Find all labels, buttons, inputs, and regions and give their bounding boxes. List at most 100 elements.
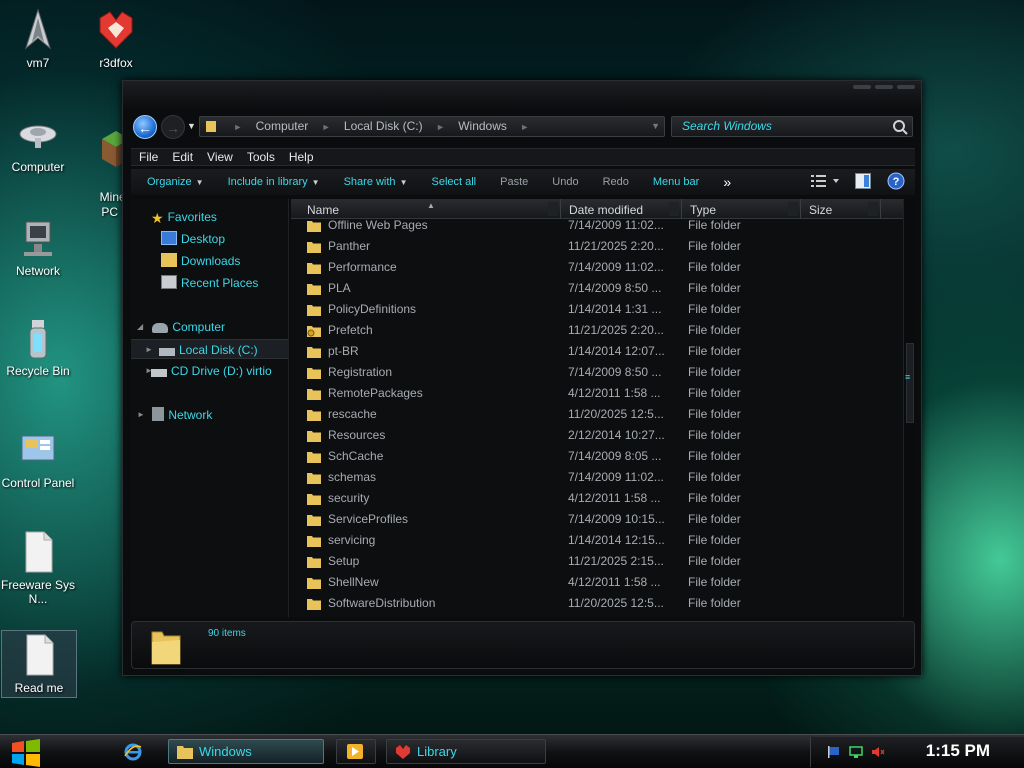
menu-edit[interactable]: Edit [172,150,193,164]
organize-button[interactable]: Organize ▼ [147,176,204,188]
preview-pane-icon[interactable] [855,173,871,189]
table-row[interactable]: Registration 7/14/2009 8:50 ... File folde… [291,362,903,383]
column-filter-button[interactable] [548,202,558,216]
column-filter-button[interactable] [868,202,878,216]
table-row[interactable]: ShellNew 4/12/2011 1:58 ... File folder [291,572,903,593]
breadcrumb-computer[interactable]: Computer [256,119,309,133]
table-row[interactable]: schemas 7/14/2009 11:02... File folder [291,467,903,488]
address-bar[interactable]: ► Computer ► Local Disk (C:) ► Windows ►… [199,116,665,137]
desktop-icon-recycle-bin[interactable]: Recycle Bin [0,316,76,378]
flag-icon[interactable] [827,746,841,758]
taskbar-media-player[interactable] [336,739,376,764]
nav-network[interactable]: ► Network [137,405,212,425]
search-input[interactable]: Search Windows [671,116,913,137]
table-row[interactable]: PolicyDefinitions 1/14/2014 1:31 ... File … [291,299,903,320]
explorer-window[interactable]: ← → ▼ ► Computer ► Local Disk (C:) ► Win… [122,80,922,676]
collapse-icon[interactable]: ◢ [137,317,143,337]
expand-icon[interactable]: ► [145,361,153,381]
table-row[interactable]: servicing 1/14/2014 12:15... File folder [291,530,903,551]
table-row[interactable]: Prefetch 11/21/2025 2:20... File folder [291,320,903,341]
file-type: File folder [688,596,741,610]
table-row[interactable]: SoftwareDistribution 11/20/2025 12:5... Fi… [291,593,903,614]
redo-button[interactable]: Redo [603,176,629,188]
scrollbar-thumb[interactable] [906,343,914,423]
nav-favorites[interactable]: ★ Favorites [151,207,217,227]
volume-icon[interactable] [871,746,885,758]
window-titlebar[interactable] [123,81,921,109]
include-in-library-button[interactable]: Include in library ▼ [228,176,320,188]
file-type: File folder [688,218,741,232]
view-details-icon[interactable] [811,173,839,189]
nav-desktop[interactable]: Desktop [161,229,225,249]
table-row[interactable]: SchCache 7/14/2009 8:05 ... File folder [291,446,903,467]
file-name: ServiceProfiles [328,512,409,526]
undo-button[interactable]: Undo [552,176,578,188]
expand-icon[interactable]: ► [145,340,153,360]
minimize-button[interactable] [853,85,871,89]
file-date: 1/14/2014 12:07... [568,344,665,358]
table-row[interactable]: security 4/12/2011 1:58 ... File folder [291,488,903,509]
taskbar-windows-explorer[interactable]: Windows [168,739,324,764]
clock[interactable]: 1:15 PM [926,741,990,761]
close-button[interactable] [897,85,915,89]
share-with-button[interactable]: Share with ▼ [344,176,408,188]
desktop-icon-control-panel[interactable]: Control Panel [0,428,76,490]
more-commands-button[interactable]: » [723,174,731,190]
table-row[interactable]: Setup 11/21/2025 2:15... File folder [291,551,903,572]
chevron-right-icon[interactable]: ► [322,122,331,132]
desktop-icon-r3dfox[interactable]: r3dfox [78,8,154,70]
chevron-right-icon[interactable]: ► [520,122,529,132]
menu-tools[interactable]: Tools [247,150,275,164]
table-row[interactable]: rescache 11/20/2025 12:5... File folder [291,404,903,425]
chevron-down-icon: ▼ [311,178,320,187]
expand-icon[interactable]: ► [137,405,145,425]
folder-icon [177,746,193,759]
paste-button[interactable]: Paste [500,176,528,188]
table-row[interactable]: RemotePackages 4/12/2011 1:58 ... File fol… [291,383,903,404]
menu-file[interactable]: File [139,150,158,164]
table-row[interactable]: PLA 7/14/2009 8:50 ... File folder [291,278,903,299]
taskbar-library[interactable]: Library [386,739,546,764]
help-icon[interactable]: ? [887,172,905,190]
forward-button[interactable]: → [161,115,185,139]
network-status-icon[interactable] [849,746,863,758]
desktop-icon-freeware[interactable]: Freeware Sys N... [0,530,76,606]
breadcrumb-windows[interactable]: Windows [458,119,507,133]
internet-explorer-icon[interactable] [124,743,142,761]
column-filter-button[interactable] [669,202,679,216]
menu-view[interactable]: View [207,150,233,164]
back-button[interactable]: ← [133,115,157,139]
folder-icon [307,284,321,295]
chevron-down-icon[interactable]: ▼ [651,117,660,136]
menu-help[interactable]: Help [289,150,314,164]
table-row[interactable]: Resources 2/12/2014 10:27... File folder [291,425,903,446]
chevron-right-icon[interactable]: ► [436,122,445,132]
desktop-icon-computer[interactable]: Computer [0,112,76,174]
nav-cd-drive[interactable]: ► CD Drive (D:) virtio [145,361,272,381]
table-row[interactable]: Offline Web Pages 7/14/2009 11:02... File … [291,215,903,236]
table-row[interactable]: pt-BR 1/14/2014 12:07... File folder [291,341,903,362]
vertical-scrollbar[interactable]: ≡ [903,199,915,617]
breadcrumb-local-disk[interactable]: Local Disk (C:) [344,119,423,133]
table-row[interactable]: Performance 7/14/2009 11:02... File folder [291,257,903,278]
desktop-icon-read-me[interactable]: Read me [1,630,77,698]
file-type: File folder [688,449,741,463]
history-dropdown[interactable]: ▼ [187,121,196,131]
desktop-icon-network[interactable]: Network [0,216,76,278]
menu-bar-button[interactable]: Menu bar [653,176,699,188]
maximize-button[interactable] [875,85,893,89]
desktop-icon-vm7[interactable]: vm7 [0,8,76,70]
nav-recent-places[interactable]: Recent Places [161,273,258,293]
desktop-icon-label: vm7 [26,56,50,70]
nav-local-disk[interactable]: ► Local Disk (C:) [131,339,288,360]
folder-icon [307,305,321,316]
column-filter-button[interactable] [788,202,798,216]
nav-computer[interactable]: ◢ Computer [137,317,225,337]
table-row[interactable]: Panther 11/21/2025 2:20... File folder [291,236,903,257]
start-button[interactable] [8,739,44,767]
table-row[interactable]: ServiceProfiles 7/14/2009 10:15... File fo… [291,509,903,530]
select-all-button[interactable]: Select all [431,176,476,188]
search-icon[interactable] [892,119,908,135]
nav-downloads[interactable]: Downloads [161,251,240,271]
file-date: 11/20/2025 12:5... [568,407,664,421]
